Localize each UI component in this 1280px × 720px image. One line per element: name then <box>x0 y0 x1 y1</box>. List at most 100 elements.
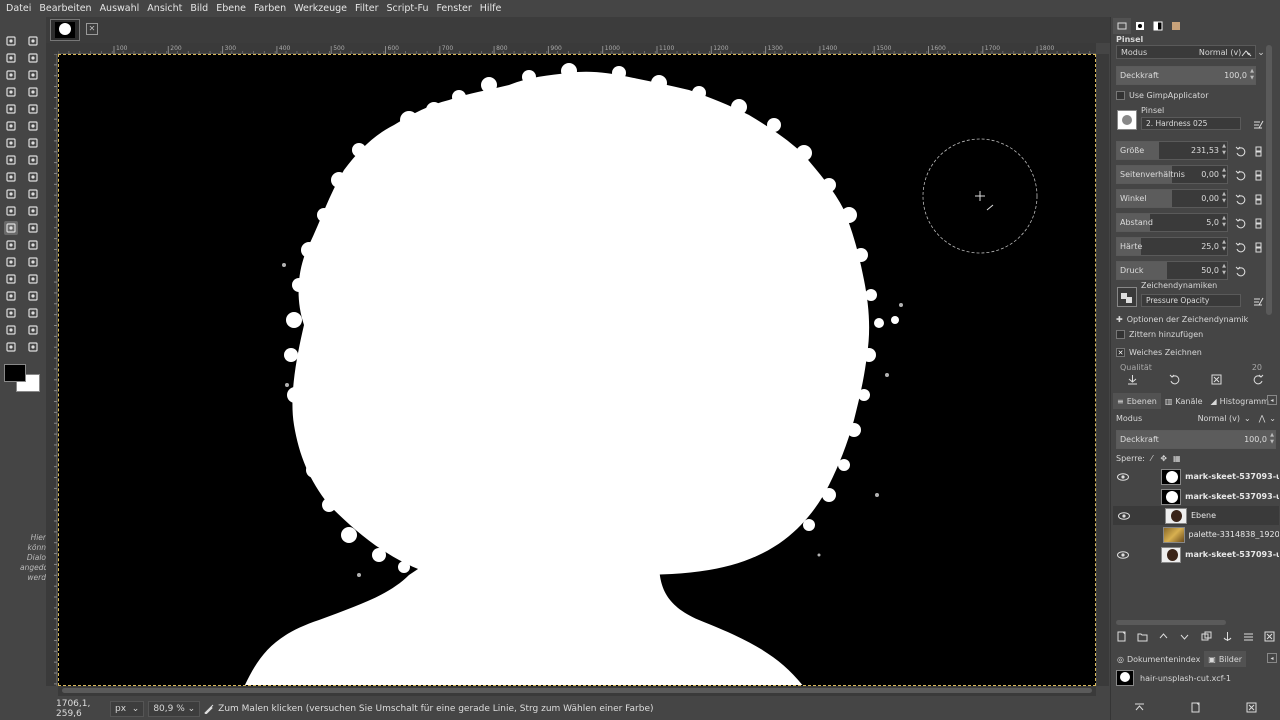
heal-tool-icon[interactable] <box>4 272 18 286</box>
patterns-tab[interactable] <box>1149 18 1167 34</box>
reset-size-icon[interactable] <box>1233 144 1247 158</box>
unified-transform-tool-icon[interactable] <box>26 102 40 116</box>
gradients-tab[interactable] <box>1167 18 1185 34</box>
tab-channels[interactable]: ▥ Kanäle <box>1161 393 1207 409</box>
crop-tool-icon[interactable] <box>4 102 18 116</box>
zoom-select[interactable]: 80,9 % ⌄ <box>148 701 201 717</box>
tab-layers[interactable]: ≡ Ebenen <box>1113 393 1161 409</box>
link-spacing-icon[interactable] <box>1251 216 1265 230</box>
close-tab-icon[interactable]: ✕ <box>86 23 98 35</box>
paths-tool-icon[interactable] <box>4 119 18 133</box>
aspect-ratio-slider[interactable]: Seitenverhältnis 0,00 ▲ ▼ <box>1116 165 1228 184</box>
new-layer-icon[interactable] <box>1116 631 1127 645</box>
eye-icon[interactable] <box>1113 550 1133 559</box>
raise-image-icon[interactable] <box>1134 702 1145 716</box>
levels-tool-icon[interactable] <box>26 306 40 320</box>
eye-icon[interactable] <box>1113 511 1135 520</box>
reset-hardness-icon[interactable] <box>1233 240 1247 254</box>
tool-options-tab[interactable] <box>1113 18 1131 34</box>
image-list-item[interactable]: hair-unsplash-cut.xcf-1 <box>1116 668 1276 688</box>
menu-werkzeuge[interactable]: Werkzeuge <box>290 3 351 14</box>
delete-layer-icon[interactable] <box>1264 631 1275 645</box>
size-slider[interactable]: Größe 231,53 ▲ ▼ <box>1116 141 1228 160</box>
smooth-checkbox[interactable]: ✕ <box>1116 348 1125 357</box>
edit-dynamics-icon[interactable] <box>1251 294 1265 308</box>
foreground-color-swatch[interactable] <box>4 364 26 382</box>
panel-menu-icon[interactable]: ◂ <box>1267 395 1277 405</box>
lower-layer-icon[interactable] <box>1179 631 1190 645</box>
lock-alpha-icon[interactable]: ▦ <box>1173 454 1181 463</box>
menu-bild[interactable]: Bild <box>186 3 212 14</box>
delete-image-icon[interactable] <box>1246 702 1257 716</box>
menu-scriptfu[interactable]: Script-Fu <box>383 3 433 14</box>
jitter-row[interactable]: Zittern hinzufügen <box>1116 330 1276 339</box>
dodge-burn-tool-icon[interactable] <box>4 306 18 320</box>
layer-row[interactable]: mark-skeet-537093-un <box>1113 487 1279 506</box>
menu-datei[interactable]: Datei <box>2 3 35 14</box>
smooth-row[interactable]: ✕ Weiches Zeichnen <box>1116 348 1276 357</box>
link-angle-icon[interactable] <box>1251 192 1265 206</box>
cage-tool-icon[interactable] <box>26 153 40 167</box>
perspective-clone-tool-icon[interactable] <box>26 272 40 286</box>
lock-pixels-icon[interactable]: ⁄ <box>1151 454 1152 463</box>
reset-options-icon[interactable] <box>1253 374 1264 388</box>
smudge-tool-icon[interactable] <box>26 289 40 303</box>
layer-row[interactable]: palette-3314838_1920. <box>1113 525 1279 544</box>
link-size-icon[interactable] <box>1251 144 1265 158</box>
eraser-tool-icon[interactable] <box>26 221 40 235</box>
warp-tool-icon[interactable] <box>26 170 40 184</box>
dynamics-name-field[interactable]: Pressure Opacity <box>1141 294 1241 307</box>
tab-histogram[interactable]: ◢ Histogramm <box>1207 393 1273 409</box>
reset-force-icon[interactable] <box>1233 264 1247 278</box>
foreground-select-tool-icon[interactable] <box>26 85 40 99</box>
menu-filter[interactable]: Filter <box>351 3 383 14</box>
zoom-tool-icon[interactable] <box>4 153 18 167</box>
threshold-tool-icon[interactable] <box>26 323 40 337</box>
spacing-slider[interactable]: Abstand 5,0 ▲ ▼ <box>1116 213 1228 232</box>
eye-icon[interactable] <box>1113 472 1133 481</box>
applicator-checkbox[interactable] <box>1116 91 1125 100</box>
image-canvas[interactable] <box>58 54 1096 686</box>
jitter-checkbox[interactable] <box>1116 330 1125 339</box>
dynamics-options-row[interactable]: ✚ Optionen der Zeichendynamik <box>1116 315 1276 324</box>
chevron-down-icon[interactable]: ⌄ <box>1269 414 1276 423</box>
fuzzy-select-tool-icon[interactable] <box>4 68 18 82</box>
pencil-tool-icon[interactable] <box>26 204 40 218</box>
layer-mode-select[interactable]: Modus Normal (v) ⌄ ⋀ ⌄ <box>1116 411 1276 425</box>
scissors-tool-icon[interactable] <box>4 85 18 99</box>
lock-position-icon[interactable]: ✥ <box>1160 454 1167 463</box>
menu-fenster[interactable]: Fenster <box>432 3 475 14</box>
vertical-scrollbar[interactable] <box>1097 54 1109 686</box>
angle-slider[interactable]: Winkel 0,00 ▲ ▼ <box>1116 189 1228 208</box>
curves-tool-icon[interactable] <box>4 323 18 337</box>
hardness-slider[interactable]: Härte 25,0 ▲ ▼ <box>1116 237 1228 256</box>
move-tool-icon[interactable] <box>4 34 18 48</box>
rect-select-tool-icon[interactable] <box>26 34 40 48</box>
image-tab[interactable] <box>50 19 80 41</box>
blur-tool-icon[interactable] <box>4 289 18 303</box>
horizontal-scrollbar[interactable] <box>58 686 1096 696</box>
link-hardness-icon[interactable] <box>1251 240 1265 254</box>
tool-options-scrollbar[interactable] <box>1266 45 1272 315</box>
lasso-tool-icon[interactable] <box>26 51 40 65</box>
menu-hilfe[interactable]: Hilfe <box>476 3 506 14</box>
color-balance-tool-icon[interactable] <box>4 340 18 354</box>
layer-opacity-slider[interactable]: Deckkraft 100,0 ▲ ▼ <box>1116 430 1276 449</box>
reset-angle-icon[interactable] <box>1233 192 1247 206</box>
airbrush-tool-icon[interactable] <box>4 238 18 252</box>
quality-row[interactable]: Qualität 20 <box>1116 363 1276 371</box>
dynamics-preview[interactable] <box>1117 287 1137 307</box>
vertical-ruler[interactable] <box>46 53 57 686</box>
blend-space-icon[interactable] <box>1239 46 1253 60</box>
save-options-icon[interactable] <box>1127 374 1138 388</box>
edit-brush-icon[interactable] <box>1251 117 1265 131</box>
brush-name-field[interactable]: 2. Hardness 025 <box>1141 117 1241 130</box>
merge-layer-icon[interactable] <box>1243 631 1254 645</box>
color-picker-tool-icon[interactable] <box>4 136 18 150</box>
raise-layer-icon[interactable] <box>1158 631 1169 645</box>
anchor-layer-icon[interactable] <box>1222 631 1233 645</box>
measure-tool-icon[interactable] <box>26 136 40 150</box>
restore-options-icon[interactable] <box>1169 374 1180 388</box>
brush-preview[interactable] <box>1117 110 1137 130</box>
menu-ansicht[interactable]: Ansicht <box>143 3 186 14</box>
